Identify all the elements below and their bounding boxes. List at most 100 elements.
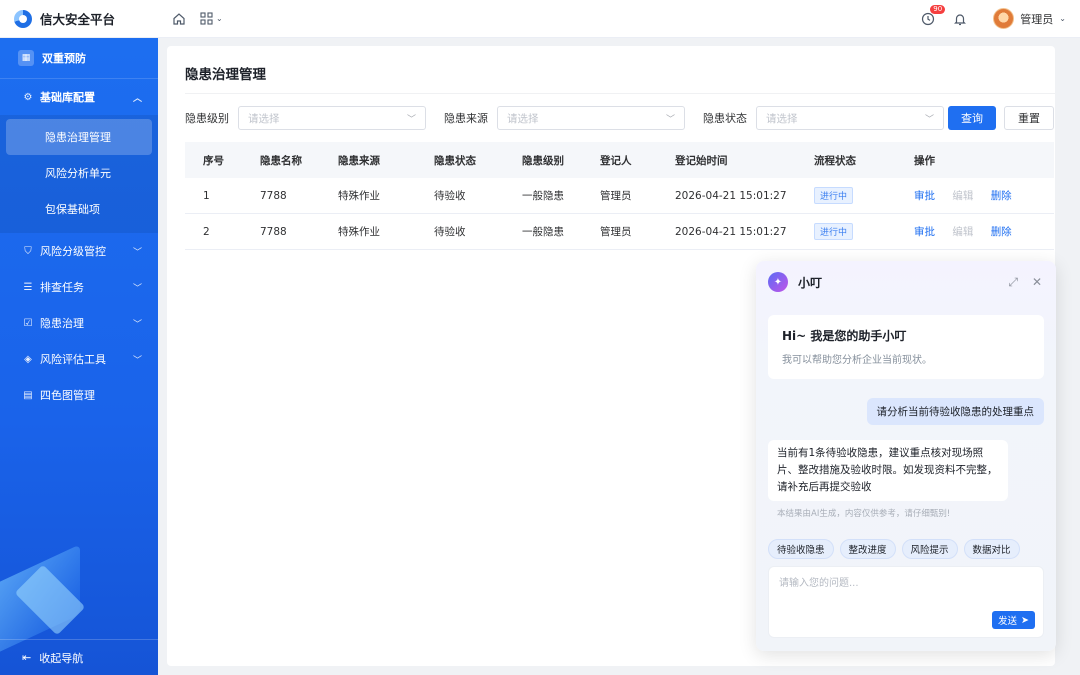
table-cell: 2026-04-21 15:01:27 [675, 189, 787, 202]
hazard-source-select[interactable]: 请选择 ﹀ [497, 106, 685, 130]
select-placeholder: 请选择 [766, 112, 798, 125]
query-button[interactable]: 查询 [948, 106, 996, 130]
column-header: 流程状态 [814, 154, 856, 167]
expand-icon[interactable]: ⤢ [1008, 275, 1018, 290]
sidebar-group-label: 风险分级管控 [40, 245, 106, 258]
chat-title: 小叮 [798, 275, 823, 290]
sidebar-group-base-config[interactable]: ⚙ 基础库配置 ︿ [0, 79, 158, 115]
column-header: 隐患级别 [522, 154, 564, 167]
bell-button[interactable] [953, 12, 967, 26]
table-cell: 一般隐患 [522, 226, 564, 238]
delete-button[interactable]: 删除 [991, 190, 1012, 202]
table-header: 序号 隐患名称 隐患来源 隐患状态 隐患级别 登记人 登记始时间 流程状态 操作 [185, 142, 1054, 178]
column-header: 隐患名称 [260, 154, 302, 167]
logo-icon [14, 9, 32, 28]
bell-icon [954, 13, 967, 25]
sidebar-group-label: 基础库配置 [40, 91, 95, 104]
approve-button[interactable]: 审批 [914, 190, 935, 202]
notification-badge: 90 [930, 4, 946, 14]
table-cell: 管理员 [600, 226, 632, 238]
chevron-down-icon: ﹀ [406, 114, 416, 125]
chevron-down-icon: ﹀ [924, 114, 934, 125]
table-cell: 2 [203, 225, 210, 238]
sparkle-icon: ✦ [768, 272, 788, 292]
sidebar-section-title: 双重预防 [42, 52, 86, 65]
app-title: 信大安全平台 [40, 12, 116, 27]
sidebar-group-inspection[interactable]: ☰ 排查任务 ﹀ [0, 269, 158, 305]
table-actions: 审批 编辑 删除 [914, 188, 1054, 203]
reset-button[interactable]: 重置 [1004, 106, 1054, 130]
column-header: 隐患来源 [338, 154, 380, 167]
quick-prompt-chip[interactable]: 数据对比 [963, 539, 1020, 559]
sidebar-group-label: 风险评估工具 [40, 353, 106, 366]
gear-icon: ⚙ [23, 91, 33, 103]
table-actions: 审批 编辑 删除 [914, 224, 1054, 239]
approve-button[interactable]: 审批 [914, 226, 935, 238]
select-placeholder: 请选择 [248, 112, 280, 125]
home-icon[interactable] [172, 12, 186, 26]
user-name: 管理员 [1020, 12, 1054, 26]
chevron-down-icon: ⌄ [1059, 14, 1066, 23]
table-row: 2 7788 特殊作业 待验收 一般隐患 管理员 2026-04-21 15:0… [185, 214, 1054, 250]
status-badge: 进行中 [814, 223, 854, 240]
table-cell: 待验收 [434, 190, 466, 202]
sidebar: ▦ 双重预防 ⚙ 基础库配置 ︿ 隐患治理管理 风险分析单元 包保基础项 ⛉ 风… [0, 38, 158, 675]
chat-input-placeholder: 请输入您的问题... [779, 578, 859, 589]
close-icon[interactable]: ✕ [1032, 275, 1042, 290]
table-cell: 7788 [260, 189, 287, 202]
hazard-status-select[interactable]: 请选择 ﹀ [756, 106, 944, 130]
table-cell: 7788 [260, 225, 287, 238]
sidebar-section-header[interactable]: ▦ 双重预防 [0, 38, 158, 79]
user-menu[interactable]: 管理员 ⌄ [993, 8, 1066, 29]
send-button[interactable]: 发送 ➤ [992, 611, 1035, 629]
layers-icon: ◈ [24, 353, 32, 365]
collapse-nav-label: 收起导航 [39, 651, 84, 665]
chevron-down-icon: ﹀ [132, 247, 142, 258]
sidebar-group-risk-control[interactable]: ⛉ 风险分级管控 ﹀ [0, 233, 158, 269]
edit-button[interactable]: 编辑 [952, 226, 973, 238]
sidebar-item-guarantee[interactable]: 包保基础项 [6, 191, 152, 227]
grid-icon: ▤ [23, 389, 33, 401]
quick-prompts: 待验收隐患 整改进度 风险提示 数据对比 [768, 539, 1020, 559]
column-header: 登记人 [600, 154, 632, 167]
table-cell: 进行中 [814, 187, 914, 204]
clock-icon [922, 12, 935, 25]
quick-prompt-chip[interactable]: 风险提示 [901, 539, 958, 559]
sidebar-item-hazard-governance[interactable]: 隐患治理管理 [6, 119, 152, 155]
shield-icon: ⛉ [24, 245, 32, 257]
top-bar: 信大安全平台 ⌄ 90 管理员 ⌄ [0, 0, 1080, 38]
clock-button[interactable]: 90 [921, 4, 946, 26]
sidebar-group-hazard[interactable]: ☑ 隐患治理 ﹀ [0, 305, 158, 341]
quick-prompt-chip[interactable]: 整改进度 [839, 539, 896, 559]
welcome-title: Hi~ 我是您的助手小叮 [782, 329, 907, 343]
collapse-nav-button[interactable]: ⇤ 收起导航 [0, 639, 158, 675]
quick-prompt-chip[interactable]: 待验收隐患 [768, 539, 834, 559]
send-icon: ➤ [1021, 614, 1029, 626]
chat-header: ✦ 小叮 ⤢ ✕ [756, 261, 1056, 303]
sidebar-item-risk-unit[interactable]: 风险分析单元 [6, 155, 152, 191]
chat-input[interactable]: 请输入您的问题... 发送 ➤ [768, 566, 1044, 638]
filter-label-status: 隐患状态 [703, 112, 747, 125]
status-badge: 进行中 [814, 187, 854, 204]
hazard-level-select[interactable]: 请选择 ﹀ [238, 106, 426, 130]
chevron-down-icon: ﹀ [665, 114, 675, 125]
chevron-up-icon: ︿ [132, 93, 142, 104]
delete-button[interactable]: 删除 [991, 226, 1012, 238]
column-header: 序号 [203, 154, 224, 167]
chevron-down-icon: ﹀ [132, 319, 142, 330]
sidebar-group-four-color[interactable]: ▤ 四色图管理 [0, 377, 158, 413]
brand[interactable]: 信大安全平台 [0, 9, 158, 28]
sidebar-group-risk-tools[interactable]: ◈ 风险评估工具 ﹀ [0, 341, 158, 377]
sidebar-group-label: 排查任务 [40, 281, 84, 294]
sidebar-group-label: 隐患治理 [40, 317, 84, 330]
ai-disclaimer: 本结果由AI生成，内容仅供参考，请仔细甄别! [777, 509, 951, 519]
edit-button[interactable]: 编辑 [952, 190, 973, 202]
apps-menu-button[interactable]: ⌄ [200, 12, 223, 25]
chevron-down-icon: ﹀ [132, 283, 142, 294]
column-header: 登记始时间 [675, 154, 728, 167]
select-placeholder: 请选择 [507, 112, 539, 125]
sidebar-submenu: 隐患治理管理 风险分析单元 包保基础项 [0, 115, 158, 233]
apps-icon: ▦ [18, 50, 34, 66]
divider [185, 93, 1055, 94]
table-cell: 管理员 [600, 190, 632, 202]
